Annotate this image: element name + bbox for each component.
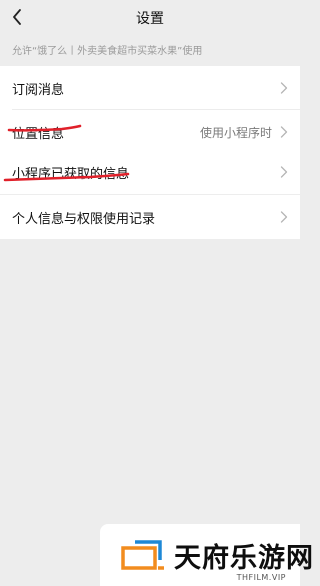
chevron-right-icon xyxy=(280,166,288,178)
settings-group-records: 个人信息与权限使用记录 xyxy=(0,195,300,239)
row-obtained-info[interactable]: 小程序已获取的信息 xyxy=(0,150,300,194)
settings-group-permissions: 订阅消息 位置信息 使用小程序时 xyxy=(0,66,300,154)
row-value: 使用小程序时 xyxy=(199,125,272,140)
row-label: 小程序已获取的信息 xyxy=(12,166,130,182)
row-privacy-records[interactable]: 个人信息与权限使用记录 xyxy=(0,195,300,239)
permission-hint: 允许“饿了么丨外卖美食超市买菜水果”使用 xyxy=(12,46,203,57)
watermark-brand: 天府乐游网 xyxy=(174,543,314,574)
row-label: 位置信息 xyxy=(12,126,65,142)
chevron-right-icon xyxy=(280,211,288,223)
watermark-site: THFILM.VIP xyxy=(236,573,286,582)
row-subscription-messages[interactable]: 订阅消息 xyxy=(0,66,300,110)
row-label: 订阅消息 xyxy=(12,82,65,98)
nav-bar: 设置 xyxy=(0,0,300,34)
page-title: 设置 xyxy=(136,11,164,27)
row-location-info[interactable]: 位置信息 使用小程序时 xyxy=(0,110,300,154)
brand-logo-icon xyxy=(121,540,164,570)
chevron-right-icon xyxy=(280,82,288,94)
settings-group-obtained-info: 小程序已获取的信息 xyxy=(0,150,300,194)
watermark: 天府乐游网 THFILM.VIP xyxy=(100,524,313,586)
row-label: 个人信息与权限使用记录 xyxy=(12,211,156,227)
chevron-right-icon xyxy=(280,126,288,138)
